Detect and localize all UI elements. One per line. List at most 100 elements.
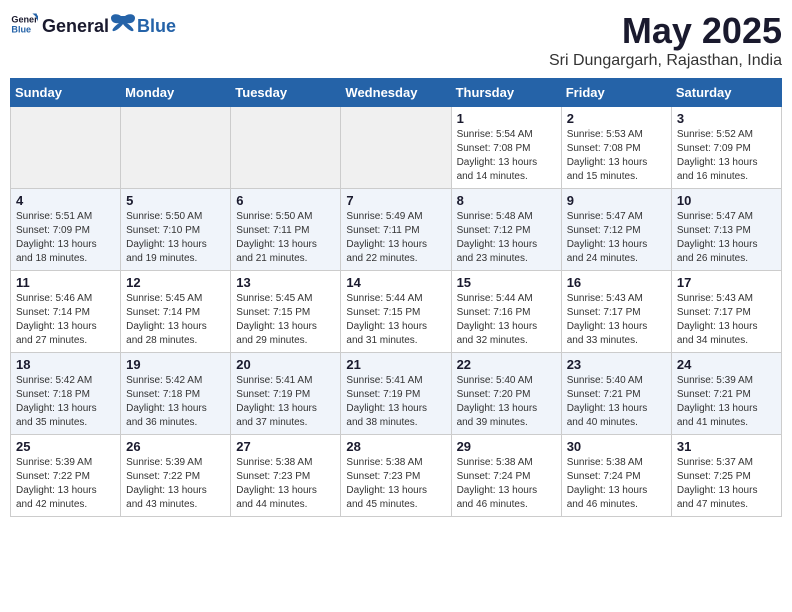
- calendar-cell: 30Sunrise: 5:38 AM Sunset: 7:24 PM Dayli…: [561, 435, 671, 517]
- calendar-cell: 12 Sunrise: 5:45 AM Sunset: 7:14 PM Dayli…: [121, 271, 231, 353]
- day-number: 14: [346, 275, 445, 290]
- day-number: 31: [677, 439, 776, 454]
- calendar-cell: 18Sunrise: 5:42 AM Sunset: 7:18 PM Dayli…: [11, 353, 121, 435]
- day-number: 11: [16, 275, 115, 290]
- weekday-header-tuesday: Tuesday: [231, 79, 341, 107]
- logo-icon: General Blue: [10, 10, 38, 38]
- day-number: 8: [457, 193, 556, 208]
- day-number: 21: [346, 357, 445, 372]
- day-number: 2: [567, 111, 666, 126]
- day-number: 1: [457, 111, 556, 126]
- calendar-cell: 11 Sunrise: 5:46 AM Sunset: 7:14 PM Dayli…: [11, 271, 121, 353]
- day-number: 7: [346, 193, 445, 208]
- calendar-cell: 22Sunrise: 5:40 AM Sunset: 7:20 PM Dayli…: [451, 353, 561, 435]
- location-title: Sri Dungargarh, Rajasthan, India: [549, 52, 782, 70]
- calendar-cell: 29Sunrise: 5:38 AM Sunset: 7:24 PM Dayli…: [451, 435, 561, 517]
- day-info: Sunrise: 5:38 AM Sunset: 7:24 PM Dayligh…: [567, 456, 666, 512]
- day-number: 10: [677, 193, 776, 208]
- calendar-cell: 31 Sunrise: 5:37 AM Sunset: 7:25 PM Dayli…: [671, 435, 781, 517]
- calendar-cell: 10 Sunrise: 5:47 AM Sunset: 7:13 PM Dayli…: [671, 189, 781, 271]
- calendar-cell: 15Sunrise: 5:44 AM Sunset: 7:16 PM Dayli…: [451, 271, 561, 353]
- day-number: 6: [236, 193, 335, 208]
- calendar-cell: 3 Sunrise: 5:52 AM Sunset: 7:09 PM Daylig…: [671, 107, 781, 189]
- day-number: 26: [126, 439, 225, 454]
- day-info: Sunrise: 5:44 AM Sunset: 7:16 PM Dayligh…: [457, 292, 556, 348]
- day-info: Sunrise: 5:52 AM Sunset: 7:09 PM Dayligh…: [677, 128, 776, 184]
- calendar-cell: 4 Sunrise: 5:51 AM Sunset: 7:09 PM Daylig…: [11, 189, 121, 271]
- week-row-3: 11 Sunrise: 5:46 AM Sunset: 7:14 PM Dayli…: [11, 271, 782, 353]
- day-info: Sunrise: 5:53 AM Sunset: 7:08 PM Dayligh…: [567, 128, 666, 184]
- day-number: 16: [567, 275, 666, 290]
- day-info: Sunrise: 5:40 AM Sunset: 7:21 PM Dayligh…: [567, 374, 666, 430]
- day-info: Sunrise: 5:51 AM Sunset: 7:09 PM Dayligh…: [16, 210, 115, 266]
- calendar-cell: 9Sunrise: 5:47 AM Sunset: 7:12 PM Daylig…: [561, 189, 671, 271]
- calendar-cell: 27 Sunrise: 5:38 AM Sunset: 7:23 PM Dayli…: [231, 435, 341, 517]
- day-info: Sunrise: 5:45 AM Sunset: 7:15 PM Dayligh…: [236, 292, 335, 348]
- weekday-header-row: SundayMondayTuesdayWednesdayThursdayFrid…: [11, 79, 782, 107]
- calendar-cell: 26 Sunrise: 5:39 AM Sunset: 7:22 PM Dayli…: [121, 435, 231, 517]
- calendar-cell: 25Sunrise: 5:39 AM Sunset: 7:22 PM Dayli…: [11, 435, 121, 517]
- logo-general: General: [42, 16, 109, 37]
- day-info: Sunrise: 5:38 AM Sunset: 7:23 PM Dayligh…: [346, 456, 445, 512]
- weekday-header-saturday: Saturday: [671, 79, 781, 107]
- calendar-cell: 16Sunrise: 5:43 AM Sunset: 7:17 PM Dayli…: [561, 271, 671, 353]
- header: General Blue General Blue May 2025 Sri D…: [10, 10, 782, 70]
- day-number: 3: [677, 111, 776, 126]
- day-info: Sunrise: 5:44 AM Sunset: 7:15 PM Dayligh…: [346, 292, 445, 348]
- day-info: Sunrise: 5:41 AM Sunset: 7:19 PM Dayligh…: [236, 374, 335, 430]
- calendar-cell: 6 Sunrise: 5:50 AM Sunset: 7:11 PM Daylig…: [231, 189, 341, 271]
- calendar-table: SundayMondayTuesdayWednesdayThursdayFrid…: [10, 78, 782, 517]
- day-info: Sunrise: 5:46 AM Sunset: 7:14 PM Dayligh…: [16, 292, 115, 348]
- day-number: 24: [677, 357, 776, 372]
- day-info: Sunrise: 5:37 AM Sunset: 7:25 PM Dayligh…: [677, 456, 776, 512]
- calendar-cell: 5Sunrise: 5:50 AM Sunset: 7:10 PM Daylig…: [121, 189, 231, 271]
- day-number: 19: [126, 357, 225, 372]
- calendar-cell: 2 Sunrise: 5:53 AM Sunset: 7:08 PM Daylig…: [561, 107, 671, 189]
- day-number: 23: [567, 357, 666, 372]
- logo-blue: Blue: [137, 16, 176, 37]
- day-info: Sunrise: 5:54 AM Sunset: 7:08 PM Dayligh…: [457, 128, 556, 184]
- day-info: Sunrise: 5:42 AM Sunset: 7:18 PM Dayligh…: [16, 374, 115, 430]
- calendar-cell: 13Sunrise: 5:45 AM Sunset: 7:15 PM Dayli…: [231, 271, 341, 353]
- svg-text:Blue: Blue: [11, 24, 31, 34]
- day-number: 12: [126, 275, 225, 290]
- weekday-header-friday: Friday: [561, 79, 671, 107]
- day-info: Sunrise: 5:43 AM Sunset: 7:17 PM Dayligh…: [677, 292, 776, 348]
- day-info: Sunrise: 5:42 AM Sunset: 7:18 PM Dayligh…: [126, 374, 225, 430]
- day-number: 20: [236, 357, 335, 372]
- calendar-cell: 24Sunrise: 5:39 AM Sunset: 7:21 PM Dayli…: [671, 353, 781, 435]
- day-number: 29: [457, 439, 556, 454]
- day-number: 9: [567, 193, 666, 208]
- weekday-header-thursday: Thursday: [451, 79, 561, 107]
- svg-text:General: General: [11, 15, 38, 25]
- day-info: Sunrise: 5:40 AM Sunset: 7:20 PM Dayligh…: [457, 374, 556, 430]
- week-row-5: 25 Sunrise: 5:39 AM Sunset: 7:22 PM Dayli…: [11, 435, 782, 517]
- calendar-cell: 23 Sunrise: 5:40 AM Sunset: 7:21 PM Dayli…: [561, 353, 671, 435]
- day-number: 4: [16, 193, 115, 208]
- week-row-1: 1 Sunrise: 5:54 AM Sunset: 7:08 PM Daylig…: [11, 107, 782, 189]
- calendar-cell: [341, 107, 451, 189]
- weekday-header-sunday: Sunday: [11, 79, 121, 107]
- week-row-2: 4 Sunrise: 5:51 AM Sunset: 7:09 PM Daylig…: [11, 189, 782, 271]
- calendar-cell: 19 Sunrise: 5:42 AM Sunset: 7:18 PM Dayli…: [121, 353, 231, 435]
- weekday-header-monday: Monday: [121, 79, 231, 107]
- calendar-cell: 14 Sunrise: 5:44 AM Sunset: 7:15 PM Dayli…: [341, 271, 451, 353]
- day-info: Sunrise: 5:47 AM Sunset: 7:13 PM Dayligh…: [677, 210, 776, 266]
- calendar-cell: 1 Sunrise: 5:54 AM Sunset: 7:08 PM Daylig…: [451, 107, 561, 189]
- calendar-cell: 7Sunrise: 5:49 AM Sunset: 7:11 PM Daylig…: [341, 189, 451, 271]
- calendar-cell: 28 Sunrise: 5:38 AM Sunset: 7:23 PM Dayli…: [341, 435, 451, 517]
- day-info: Sunrise: 5:48 AM Sunset: 7:12 PM Dayligh…: [457, 210, 556, 266]
- day-info: Sunrise: 5:41 AM Sunset: 7:19 PM Dayligh…: [346, 374, 445, 430]
- day-info: Sunrise: 5:50 AM Sunset: 7:10 PM Dayligh…: [126, 210, 225, 266]
- calendar-cell: [231, 107, 341, 189]
- day-info: Sunrise: 5:50 AM Sunset: 7:11 PM Dayligh…: [236, 210, 335, 266]
- day-number: 25: [16, 439, 115, 454]
- day-info: Sunrise: 5:38 AM Sunset: 7:23 PM Dayligh…: [236, 456, 335, 512]
- day-info: Sunrise: 5:39 AM Sunset: 7:22 PM Dayligh…: [126, 456, 225, 512]
- calendar-cell: 20 Sunrise: 5:41 AM Sunset: 7:19 PM Dayli…: [231, 353, 341, 435]
- weekday-header-wednesday: Wednesday: [341, 79, 451, 107]
- day-number: 27: [236, 439, 335, 454]
- calendar-cell: [121, 107, 231, 189]
- day-number: 28: [346, 439, 445, 454]
- day-info: Sunrise: 5:45 AM Sunset: 7:14 PM Dayligh…: [126, 292, 225, 348]
